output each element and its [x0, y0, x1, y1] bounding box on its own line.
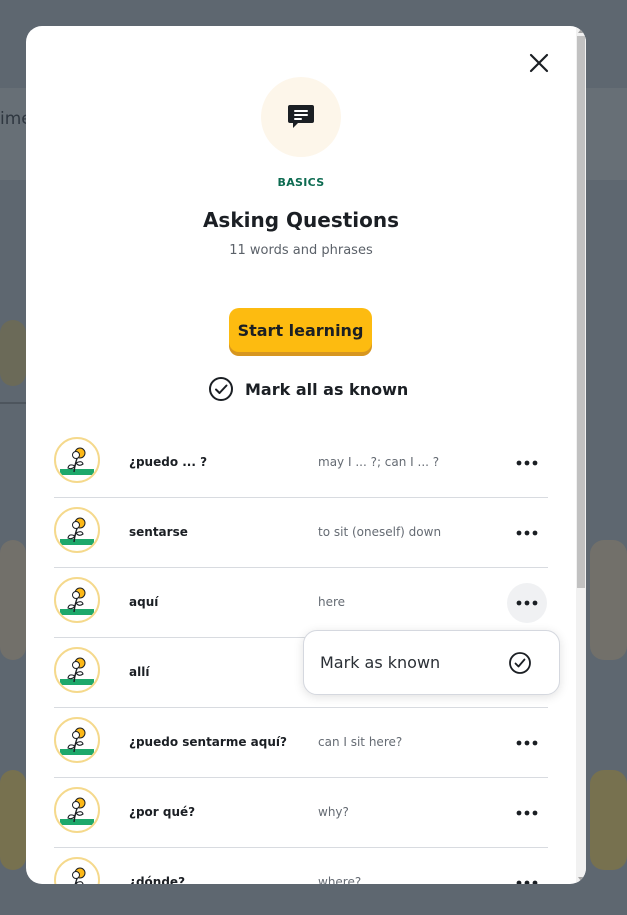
check-circle-icon [209, 377, 233, 401]
more-dots-icon [516, 740, 538, 746]
flower-icon [60, 447, 94, 475]
word-avatar [54, 507, 100, 553]
more-dots-icon [516, 880, 538, 884]
scroll-down-arrow[interactable] [578, 877, 584, 881]
background-card [0, 540, 26, 660]
flower-icon [60, 587, 94, 615]
word-term: aquí [129, 595, 159, 609]
word-row[interactable]: ¿puedo sentarme aquí? can I sit here? [54, 708, 548, 778]
scrollbar[interactable] [576, 26, 586, 884]
topic-modal: BASICS Asking Questions 11 words and phr… [26, 26, 586, 884]
topic-icon-badge [261, 77, 341, 157]
mark-as-known-menu-item[interactable]: Mark as known [303, 630, 560, 695]
topic-category: BASICS [277, 176, 325, 189]
word-translation: may I ... ?; can I ... ? [318, 455, 440, 469]
flower-icon [60, 517, 94, 545]
scroll-up-arrow[interactable] [578, 29, 584, 33]
background-card [590, 770, 627, 870]
background-card [0, 770, 26, 870]
word-translation: why? [318, 805, 349, 819]
word-avatar [54, 577, 100, 623]
more-dots-icon [516, 530, 538, 536]
flower-icon [60, 727, 94, 755]
word-row[interactable]: ¿dónde? where? [54, 848, 548, 884]
topic-title: Asking Questions [202, 208, 400, 232]
background-card [590, 540, 627, 660]
flower-icon [60, 657, 94, 685]
close-button[interactable] [526, 50, 552, 76]
word-term: ¿dónde? [129, 875, 186, 884]
word-options-button[interactable] [507, 583, 547, 623]
word-row[interactable]: aquí here [54, 568, 548, 638]
topic-word-count: 11 words and phrases [229, 243, 373, 258]
more-dots-icon [516, 460, 538, 466]
word-row[interactable]: ¿puedo ... ? may I ... ?; can I ... ? [54, 428, 548, 498]
chat-bubble-icon [288, 105, 314, 128]
word-translation: here [318, 595, 346, 609]
word-options-button[interactable] [507, 513, 547, 553]
word-avatar [54, 787, 100, 833]
flower-icon [72, 867, 86, 884]
word-term: ¿puedo ... ? [129, 455, 208, 469]
mark-all-label: Mark all as known [245, 379, 409, 399]
word-avatar [54, 717, 100, 763]
word-term: sentarse [129, 525, 188, 539]
word-options-button[interactable] [507, 793, 547, 833]
word-avatar [54, 857, 100, 884]
check-circle-icon [509, 651, 531, 674]
word-options-button[interactable] [507, 863, 547, 884]
mark-all-known-button[interactable]: Mark all as known [208, 376, 408, 402]
close-icon [529, 53, 549, 73]
word-avatar [54, 647, 100, 693]
word-term: ¿puedo sentarme aquí? [129, 735, 287, 749]
mark-as-known-label: Mark as known [320, 653, 441, 672]
word-row[interactable]: ¿por qué? why? [54, 778, 548, 848]
background-card [0, 320, 26, 386]
word-term: ¿por qué? [129, 805, 196, 819]
word-translation: where? [318, 875, 362, 884]
word-term: allí [129, 665, 150, 679]
scrollbar-thumb[interactable] [577, 36, 585, 588]
start-learning-button[interactable]: Start learning [229, 308, 372, 352]
more-dots-icon [516, 810, 538, 816]
word-options-button[interactable] [507, 443, 547, 483]
word-avatar [54, 437, 100, 483]
word-row[interactable]: sentarse to sit (oneself) down [54, 498, 548, 568]
more-dots-icon [516, 600, 538, 606]
word-translation: to sit (oneself) down [318, 525, 442, 539]
word-translation: can I sit here? [318, 735, 403, 749]
flower-icon [60, 797, 94, 825]
word-options-button[interactable] [507, 723, 547, 763]
